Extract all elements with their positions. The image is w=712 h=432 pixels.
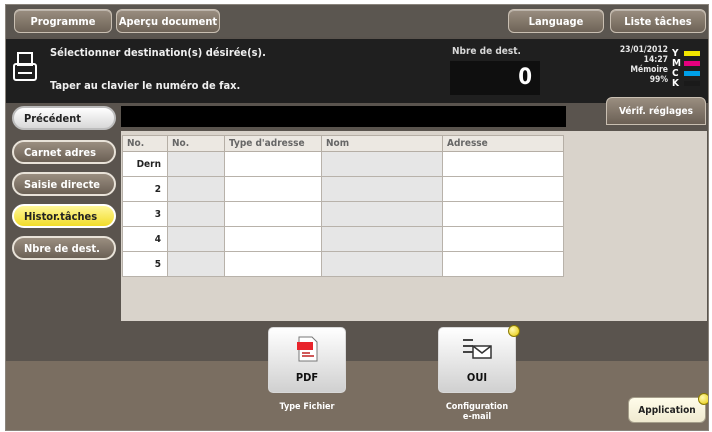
pdf-file-type-button[interactable]: PDF xyxy=(268,327,346,393)
row-number: 2 xyxy=(122,176,168,202)
precedent-button[interactable]: Précédent xyxy=(12,106,116,130)
verif-reglages-button[interactable]: Vérif. réglages xyxy=(606,97,706,125)
sidebar-item-carnet-adres[interactable]: Carnet adres xyxy=(12,140,116,164)
row-cell xyxy=(167,251,225,277)
row-cell xyxy=(167,151,225,177)
apercu-document-button[interactable]: Aperçu document xyxy=(116,9,220,33)
header-no-2: No. xyxy=(167,135,225,152)
table-row[interactable]: 5 xyxy=(122,251,564,277)
caption-line-1: Configuration xyxy=(445,402,509,412)
row-cell xyxy=(321,201,443,227)
email-settings-icon xyxy=(463,339,492,359)
header-type-adresse: Type d'adresse xyxy=(224,135,322,152)
row-cell xyxy=(442,151,564,177)
row-cell xyxy=(321,251,443,277)
fax-icon xyxy=(13,52,37,81)
toner-letter-k: K xyxy=(672,78,679,89)
destination-input-field[interactable] xyxy=(121,106,566,127)
destination-count-label: Nbre de dest. xyxy=(452,46,521,57)
row-cell xyxy=(442,251,564,277)
row-number: Dern xyxy=(122,151,168,177)
row-cell xyxy=(224,201,322,227)
table-row[interactable]: 2 xyxy=(122,176,564,202)
type-fichier-caption: Type Fichier xyxy=(279,402,335,412)
sidebar-item-histor-taches[interactable]: Histor.tâches xyxy=(12,204,116,228)
language-button[interactable]: Language xyxy=(508,9,604,33)
table-row[interactable]: Dern xyxy=(122,151,564,177)
email-config-button[interactable]: OUI xyxy=(438,327,516,393)
row-cell xyxy=(224,226,322,252)
table-row[interactable]: 3 xyxy=(122,201,564,227)
destination-count-box: 0 xyxy=(450,61,540,95)
row-cell xyxy=(442,201,564,227)
row-number: 4 xyxy=(122,226,168,252)
row-cell xyxy=(442,176,564,202)
time-text: 14:27 xyxy=(643,55,668,65)
row-number: 3 xyxy=(122,201,168,227)
programme-button[interactable]: Programme xyxy=(14,9,112,33)
memory-value: 99% xyxy=(649,75,668,85)
application-indicator-dot xyxy=(698,393,708,405)
row-cell xyxy=(224,176,322,202)
bottom-strip xyxy=(6,361,708,430)
oui-button-label: OUI xyxy=(466,371,488,384)
row-cell xyxy=(224,251,322,277)
message-bar: Sélectionner destination(s) désirée(s). … xyxy=(6,39,708,103)
toner-bar-y xyxy=(684,51,700,56)
table-row[interactable]: 4 xyxy=(122,226,564,252)
row-cell xyxy=(442,226,564,252)
job-history-table: No. No. Type d'adresse Nom Adresse Dern … xyxy=(122,135,564,277)
caption-line-2: e-mail xyxy=(462,412,492,422)
application-button[interactable]: Application xyxy=(628,397,706,423)
sidebar-item-saisie-directe[interactable]: Saisie directe xyxy=(12,172,116,196)
row-cell xyxy=(167,201,225,227)
row-cell xyxy=(321,151,443,177)
destination-count-value: 0 xyxy=(518,65,532,90)
control-panel-screen: Programme Aperçu document Language Liste… xyxy=(5,4,709,431)
row-cell xyxy=(321,176,443,202)
sidebar-item-nbre-de-dest[interactable]: Nbre de dest. xyxy=(12,236,116,260)
instruction-line-1: Sélectionner destination(s) désirée(s). xyxy=(50,46,266,59)
status-block: 23/01/2012 14:27 Mémoire 99% xyxy=(604,45,668,85)
toner-letters: Y M C K xyxy=(672,49,681,89)
top-bar: Programme Aperçu document Language Liste… xyxy=(6,5,708,37)
row-cell xyxy=(321,226,443,252)
date-text: 23/01/2012 xyxy=(619,45,668,55)
memory-label: Mémoire xyxy=(630,65,668,75)
toner-bar-c xyxy=(684,71,700,76)
toner-bar-k xyxy=(684,81,700,86)
liste-taches-button[interactable]: Liste tâches xyxy=(610,9,706,33)
configuration-email-caption: Configuration e-mail xyxy=(432,402,522,422)
toner-bar-m xyxy=(684,61,700,66)
indicator-dot xyxy=(508,325,520,337)
pdf-button-label: PDF xyxy=(295,371,319,384)
toner-bars xyxy=(684,51,700,91)
row-cell xyxy=(224,151,322,177)
job-history-panel: No. No. Type d'adresse Nom Adresse Dern … xyxy=(121,131,707,321)
table-header-row: No. No. Type d'adresse Nom Adresse xyxy=(122,135,564,152)
row-cell xyxy=(167,226,225,252)
row-cell xyxy=(167,176,225,202)
pdf-file-icon xyxy=(297,336,318,362)
row-number: 5 xyxy=(122,251,168,277)
header-nom: Nom xyxy=(321,135,443,152)
header-adresse: Adresse xyxy=(442,135,564,152)
instruction-line-2: Taper au clavier le numéro de fax. xyxy=(50,79,241,92)
header-no: No. xyxy=(122,135,168,152)
